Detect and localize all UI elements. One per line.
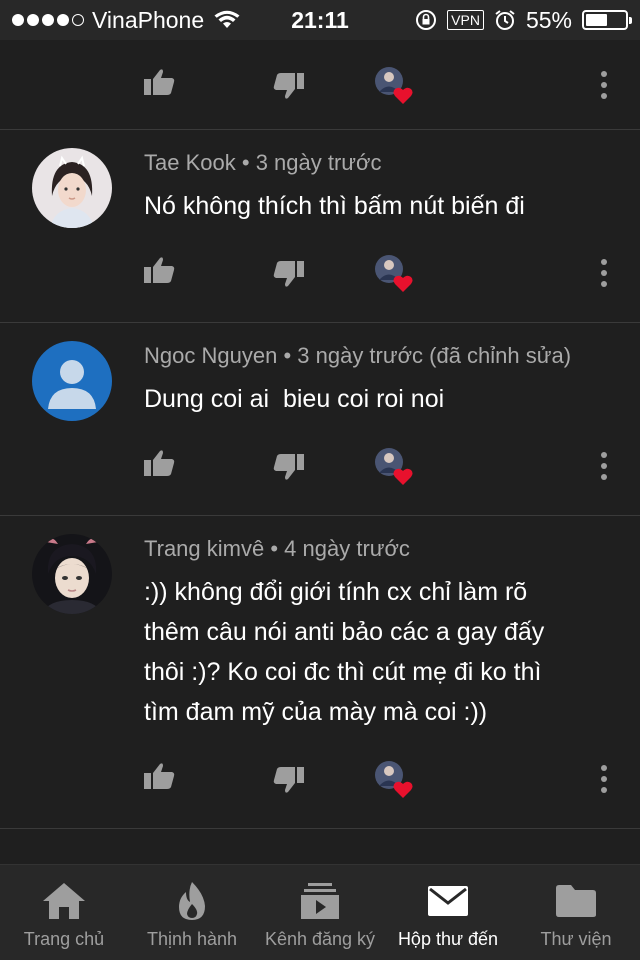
comment-text: Dung coi ai bieu coi roi noi — [144, 379, 604, 419]
more-options-button[interactable] — [598, 258, 610, 293]
comment-line: tìm đam mỹ của mày mà coi :)) — [144, 698, 488, 726]
comment-item: Ngoc Nguyen • 3 ngày trước (đã chỉnh sửa… — [0, 323, 640, 516]
comment-time: 4 ngày trước — [284, 536, 410, 561]
comment-author[interactable]: Ngoc Nguyen — [144, 343, 277, 368]
comment-line: :)) không đổi giới tính cx chỉ làm rõ — [144, 578, 528, 606]
creator-heart-badge — [374, 254, 414, 299]
tab-library[interactable]: Thư viện — [512, 865, 640, 960]
meta-separator: • — [241, 150, 250, 175]
vpn-indicator: VPN — [447, 10, 484, 30]
comment-item — [0, 40, 640, 130]
comment-meta: Tae Kook • 3 ngày trước — [144, 150, 381, 176]
creator-heart-badge — [374, 447, 414, 492]
meta-separator: • — [270, 536, 279, 561]
battery-percent: 55% — [525, 6, 572, 33]
like-button[interactable] — [144, 449, 176, 482]
thumbs-up-icon — [144, 69, 175, 95]
battery-icon — [582, 10, 632, 30]
mail-icon — [428, 886, 468, 916]
thumbs-up-icon — [144, 257, 175, 283]
tab-label: Thư viện — [540, 929, 612, 949]
more-vertical-icon — [601, 452, 607, 480]
home-icon — [43, 883, 85, 919]
creator-heart-badge — [374, 760, 414, 805]
like-button[interactable] — [144, 68, 176, 101]
thumbs-down-icon — [273, 73, 304, 99]
more-options-button[interactable] — [598, 764, 610, 799]
creator-heart-badge — [374, 66, 414, 111]
more-vertical-icon — [601, 765, 607, 793]
dislike-button[interactable] — [272, 260, 304, 293]
more-vertical-icon — [601, 259, 607, 287]
tab-label: Trang chủ — [23, 929, 105, 949]
avatar[interactable] — [32, 148, 112, 228]
thumbs-down-icon — [273, 261, 304, 287]
tab-label: Thịnh hành — [146, 929, 238, 949]
tab-inbox[interactable]: Hộp thư đến — [384, 865, 512, 960]
more-vertical-icon — [601, 71, 607, 99]
avatar[interactable] — [32, 534, 112, 614]
comment-time: 3 ngày trước — [255, 150, 382, 175]
comment-meta: Trang kimvê • 4 ngày trước — [144, 536, 410, 562]
comment-text: Nó không thích thì bấm nút biến đi — [144, 186, 604, 226]
tab-home[interactable]: Trang chủ — [0, 865, 128, 960]
meta-separator: • — [283, 343, 292, 368]
avatar[interactable] — [32, 341, 112, 421]
comment-author[interactable]: Trang kimvê — [144, 536, 264, 561]
dislike-button[interactable] — [272, 453, 304, 486]
folder-icon — [556, 885, 596, 917]
dislike-button[interactable] — [272, 766, 304, 799]
rotation-lock-icon — [416, 10, 437, 30]
like-button[interactable] — [144, 762, 176, 795]
like-button[interactable] — [144, 256, 176, 289]
comments-feed[interactable]: Tae Kook • 3 ngày trước Nó không thích t… — [0, 40, 640, 864]
signal-strength-icon — [12, 14, 84, 26]
tab-subscriptions[interactable]: Kênh đăng ký — [256, 865, 384, 960]
comment-item: Trang kimvê • 4 ngày trước :)) không đổi… — [0, 516, 640, 829]
comment-line: Nó không thích thì bấm nút biến đi — [144, 192, 525, 220]
carrier-name: VinaPhone — [92, 6, 205, 33]
tab-trending[interactable]: Thịnh hành — [128, 865, 256, 960]
status-bar: VinaPhone 21:11 VPN 55% — [0, 0, 640, 40]
comment-meta: Ngoc Nguyen • 3 ngày trước (đã chỉnh sửa… — [144, 343, 571, 369]
flame-icon — [179, 882, 205, 920]
comment-text: :)) không đổi giới tính cx chỉ làm rõ th… — [144, 572, 604, 732]
dislike-button[interactable] — [272, 72, 304, 105]
comment-author[interactable]: Tae Kook — [144, 150, 236, 175]
subscriptions-icon — [301, 883, 339, 919]
thumbs-down-icon — [273, 767, 304, 793]
more-options-button[interactable] — [598, 451, 610, 486]
alarm-icon — [495, 10, 515, 30]
thumbs-up-icon — [144, 450, 175, 476]
comment-line: thôi :)? Ko coi đc thì cút mẹ đi ko thì — [144, 658, 542, 686]
comment-time: 3 ngày trước (đã chỉnh sửa) — [297, 343, 572, 368]
comment-line: Dung coi ai bieu coi roi noi — [144, 385, 445, 413]
tab-label: Hộp thư đến — [397, 929, 499, 949]
thumbs-up-icon — [144, 763, 175, 789]
tab-label: Kênh đăng ký — [264, 929, 376, 949]
comment-item: Tae Kook • 3 ngày trước Nó không thích t… — [0, 130, 640, 323]
more-options-button[interactable] — [598, 70, 610, 105]
bottom-navigation: Trang chủ Thịnh hành Kênh đăng ký Hộp th… — [0, 864, 640, 960]
thumbs-down-icon — [273, 454, 304, 480]
comment-line: thêm câu nói anti bảo các a gay đấy — [144, 618, 545, 646]
wifi-icon — [214, 10, 240, 28]
